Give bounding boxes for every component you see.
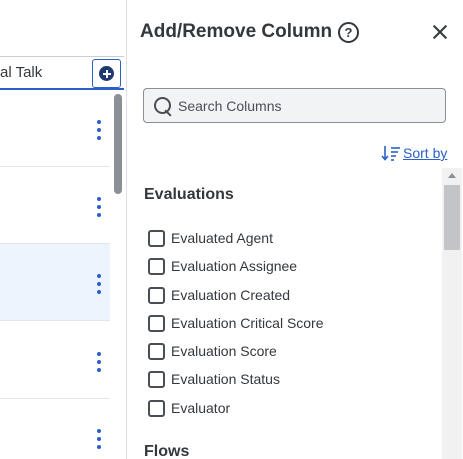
checkbox[interactable] [148,342,165,360]
scroll-up-arrow-icon[interactable] [448,173,456,178]
column-list: Evaluations Evaluated Agent Evaluation A… [127,168,463,459]
background-table: al Talk [0,0,127,459]
add-column-button[interactable] [92,59,121,88]
table-row[interactable] [0,399,110,459]
search-input[interactable] [178,96,438,116]
column-option-label: Evaluation Created [171,287,291,303]
column-option-label: Evaluator [171,400,231,416]
table-row-selected[interactable] [0,244,110,321]
table-row[interactable] [0,322,110,399]
column-option-label: Evaluated Agent [171,230,273,246]
search-icon [154,97,174,117]
kebab-menu-icon[interactable] [95,429,103,449]
checkbox[interactable] [148,286,165,304]
sort-icon [381,146,400,161]
table-row[interactable] [0,167,110,244]
search-field[interactable] [143,88,446,123]
add-remove-column-panel: Add/Remove Column ? Sort by Evaluations … [127,0,463,459]
kebab-menu-icon[interactable] [95,274,103,294]
column-option[interactable]: Evaluation Created [148,285,290,305]
kebab-menu-icon[interactable] [95,197,103,217]
column-option-label: Evaluation Critical Score [171,315,324,331]
checkbox[interactable] [148,370,165,388]
group-title-evaluations: Evaluations [144,186,234,203]
plus-circle-icon [99,66,114,81]
checkbox[interactable] [148,314,165,332]
column-option[interactable]: Evaluation Score [148,341,277,361]
kebab-menu-icon[interactable] [95,352,103,372]
checkbox[interactable] [148,229,165,247]
column-header-label: al Talk [0,64,43,81]
column-option-label: Evaluation Status [171,371,280,387]
column-option-label: Evaluation Assignee [171,258,298,274]
column-option[interactable]: Evaluation Assignee [148,256,297,276]
column-header[interactable]: al Talk [0,56,124,90]
column-option[interactable]: Evaluation Status [148,369,280,389]
column-option[interactable]: Evaluated Agent [148,228,273,248]
close-icon[interactable] [432,24,448,40]
table-row[interactable] [0,90,110,167]
column-option-label: Evaluation Score [171,343,277,359]
table-scrollbar[interactable] [114,94,122,194]
column-option[interactable]: Evaluator [148,398,230,418]
checkbox[interactable] [148,257,165,275]
sort-by-link[interactable]: Sort by [381,144,447,162]
checkbox[interactable] [148,399,165,417]
kebab-menu-icon[interactable] [95,120,103,140]
sort-by-label: Sort by [403,145,448,161]
column-option[interactable]: Evaluation Critical Score [148,313,324,333]
group-title-flows: Flows [144,443,190,459]
scrollbar-thumb[interactable] [444,185,460,250]
panel-title: Add/Remove Column [140,21,333,42]
help-icon[interactable]: ? [338,22,359,43]
column-list-scrollbar[interactable] [442,168,462,459]
